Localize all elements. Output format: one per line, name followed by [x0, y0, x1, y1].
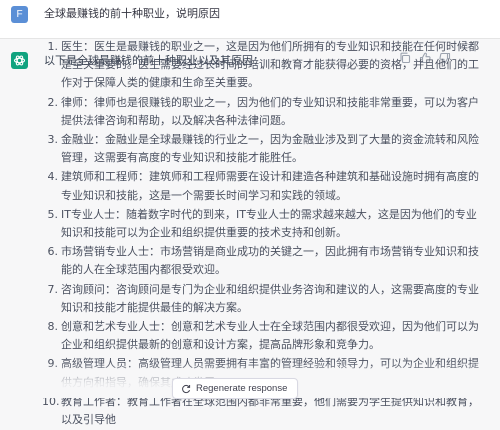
list-item-number: 1.: [47, 40, 59, 53]
list-item-number: 5.: [47, 207, 59, 221]
list-item-number: 2.: [47, 95, 59, 109]
list-item-text: 创意和艺术专业人士：创意和艺术专业人士在全球范围内都很受欢迎，因为他们可以为企业…: [61, 320, 479, 352]
list-item-text: 金融业：金融业是全球最赚钱的行业之一，因为金融业涉及到了大量的资金流转和风险管理…: [61, 133, 479, 165]
list-item-number: 6.: [47, 245, 59, 259]
list-item: 3. 金融业：金融业是全球最赚钱的行业之一，因为金融业涉及到了大量的资金流转和风险…: [44, 131, 480, 167]
list-item-number: 4.: [47, 170, 59, 184]
list-item-text: 律师：律师也是很赚钱的职业之一，因为他们的专业知识和技能非常重要，可以为客户提供…: [61, 95, 479, 127]
regenerate-button[interactable]: Regenerate response: [172, 378, 299, 399]
list-item: 1. 医生：医生是最赚钱的职业之一，这是因为他们所拥有的专业知识和技能在任何时候都…: [44, 38, 480, 93]
list-item: 5. IT专业人士：随着数字时代的到来，IT专业人士的需求越来越大，这是因为他们的…: [44, 206, 480, 242]
list-item-text: 医生：医生是最赚钱的职业之一，这是因为他们所拥有的专业知识和技能在任何时候都是至…: [61, 40, 479, 90]
list-item-text: 教育工作者：教育工作者在全球范围内都非常重要，他们需要为学生提供知识和教育，以及…: [61, 394, 479, 427]
user-avatar: F: [11, 6, 28, 23]
list-item: 7. 咨询顾问：咨询顾问是专门为企业和组织提供业务咨询和建议的人，这需要高度的专业…: [44, 281, 480, 317]
openai-logo-icon: [11, 52, 28, 69]
user-message-row: F 全球最赚钱的前十种职业，说明原因: [0, 0, 500, 39]
list-item-number: 9.: [47, 357, 59, 371]
list-item-number: 7.: [47, 282, 59, 296]
answer-list: 1. 医生：医生是最赚钱的职业之一，这是因为他们所拥有的专业知识和技能在任何时候都…: [42, 38, 480, 430]
list-item-text: 咨询顾问：咨询顾问是专门为企业和组织提供业务咨询和建议的人，这需要高度的专业知识…: [61, 282, 479, 314]
list-item-number: 8.: [47, 320, 59, 334]
list-item-text: 建筑师和工程师：建筑师和工程师需要在设计和建造各种建筑和基础设施时拥有高度的专业…: [61, 170, 479, 202]
list-item-text: 市场营销专业人士：市场营销是商业成功的关键之一，因此拥有市场营销专业知识和技能的…: [61, 245, 479, 277]
list-item: 8. 创意和艺术专业人士：创意和艺术专业人士在全球范围内都很受欢迎，因为他们可以为…: [44, 318, 480, 354]
list-item-number: 3.: [47, 133, 59, 147]
list-item: 6. 市场营销专业人士：市场营销是商业成功的关键之一，因此拥有市场营销专业知识和技…: [44, 243, 480, 279]
list-item: 4. 建筑师和工程师：建筑师和工程师需要在设计和建造各种建筑和基础设施时拥有高度的…: [44, 168, 480, 204]
list-item: 2. 律师：律师也是很赚钱的职业之一，因为他们的专业知识和技能非常重要，可以为客户…: [44, 94, 480, 130]
list-item-number: 10.: [42, 394, 60, 408]
user-message-text: 全球最赚钱的前十种职业，说明原因: [44, 7, 220, 20]
refresh-icon: [182, 384, 191, 393]
regenerate-label: Regenerate response: [196, 383, 288, 394]
list-item-text: IT专业人士：随着数字时代的到来，IT专业人士的需求越来越大，这是因为他们的专业…: [61, 207, 477, 240]
